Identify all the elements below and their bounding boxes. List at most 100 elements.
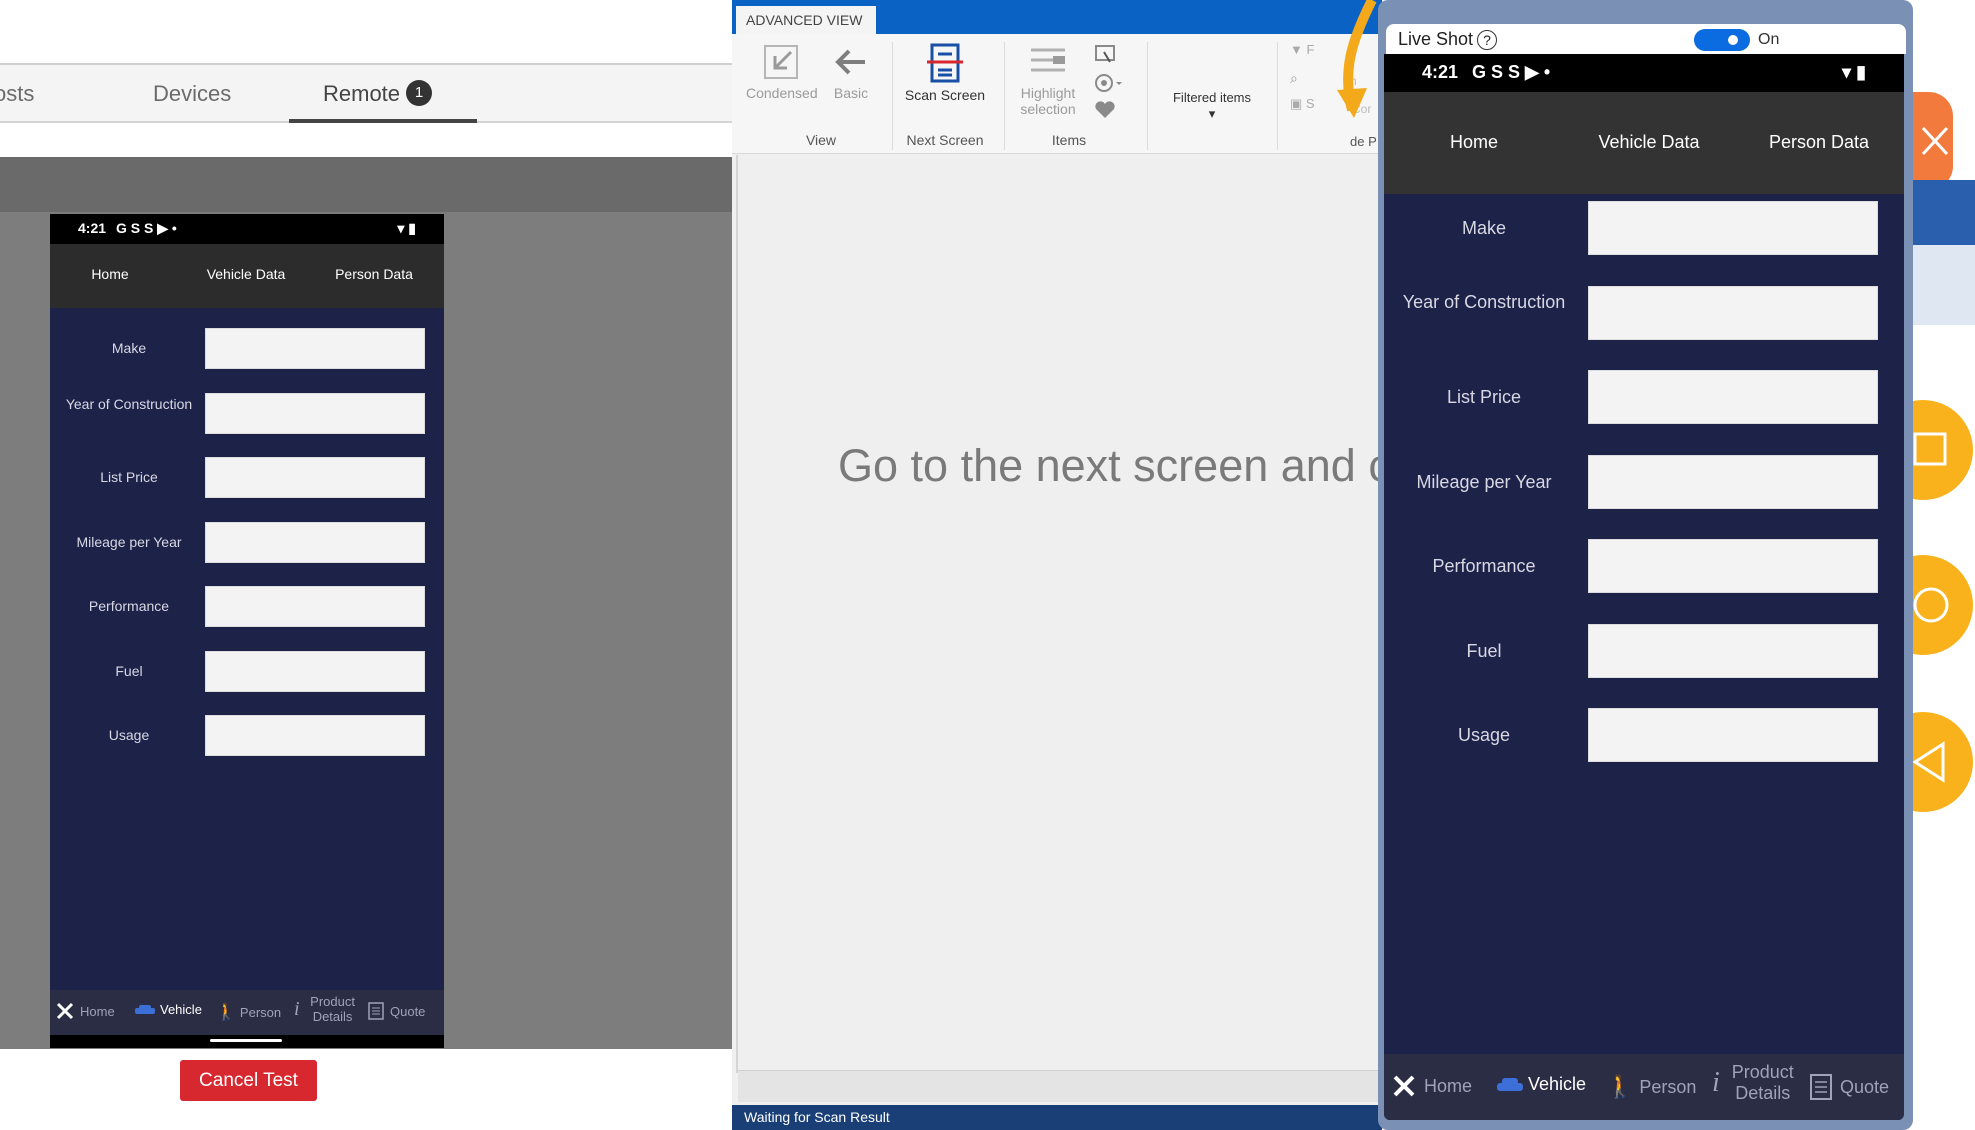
info-icon: i <box>294 997 300 1020</box>
divider <box>1147 42 1148 150</box>
field-label: Make <box>1461 218 1506 238</box>
square-icon <box>1913 432 1947 466</box>
scan-result-area: Go to the next screen and cli <box>736 155 1382 1073</box>
tabbar-person[interactable]: 🚶 Person <box>216 1002 281 1022</box>
field-input[interactable] <box>205 650 425 692</box>
field-input[interactable] <box>1588 454 1878 509</box>
tab-strip: osts Devices Remote 1 <box>0 65 732 123</box>
top-bar <box>0 0 732 65</box>
back-button[interactable] <box>1913 712 1973 812</box>
home-button[interactable] <box>1913 555 1973 655</box>
tabbar-vehicle[interactable]: Vehicle <box>1496 1074 1586 1095</box>
square-button[interactable] <box>1913 400 1973 500</box>
scan-workspace: ADVANCED VIEW Condensed Basic View Scan … <box>732 0 1382 1130</box>
tabbar-product-details[interactable]: i Product Details <box>1712 1062 1798 1104</box>
nav-vehicle-data[interactable]: Vehicle Data <box>190 266 302 282</box>
nav-home[interactable]: Home <box>1414 132 1534 153</box>
close-button[interactable] <box>1913 92 1953 190</box>
field-input[interactable] <box>1588 285 1878 340</box>
nav-person-data[interactable]: Person Data <box>318 266 430 282</box>
tabbar-quote[interactable]: Quote <box>368 1002 425 1020</box>
select-region-icon[interactable] <box>1094 44 1116 69</box>
logo-icon <box>56 1002 74 1020</box>
field-input[interactable] <box>205 328 425 369</box>
tab-advanced-view[interactable]: ADVANCED VIEW <box>736 6 876 34</box>
car-icon <box>1497 1077 1523 1091</box>
tabbar-person[interactable]: 🚶 Person <box>1606 1074 1696 1100</box>
tab-devices[interactable]: Devices <box>153 65 231 123</box>
divider <box>892 42 893 150</box>
phone-tab-bar: Home Vehicle 🚶 Person i Product Details … <box>50 990 444 1035</box>
field-input[interactable] <box>205 392 425 434</box>
field-label: Mileage per Year <box>76 533 182 550</box>
document-icon <box>1810 1074 1832 1100</box>
group-next-screen-label: Next Screen <box>906 132 984 148</box>
field-label: Performance <box>88 598 170 614</box>
car-icon <box>135 1004 155 1014</box>
scan-screen-button[interactable]: Scan Screen <box>900 42 990 103</box>
person-icon: 🚶 <box>216 1004 236 1021</box>
bottom-bar <box>0 1049 732 1113</box>
phone-status-bar: 4:21 G S S ▶ • ▾ ▮ <box>50 214 444 244</box>
field-label: List Price <box>100 469 158 485</box>
highlight-icon <box>1031 48 1065 72</box>
field-label: Fuel <box>115 662 143 679</box>
home-indicator <box>50 1035 444 1048</box>
condensed-button[interactable]: Condensed <box>746 42 818 101</box>
heart-icon[interactable] <box>1094 100 1116 125</box>
remote-count-badge: 1 <box>406 80 433 107</box>
tabbar-home[interactable]: Home <box>1392 1074 1472 1098</box>
field-input[interactable] <box>205 715 425 756</box>
side-toolbar <box>1913 0 1975 1130</box>
live-shot-toggle[interactable] <box>1694 29 1750 51</box>
field-input[interactable] <box>205 586 425 627</box>
cancel-test-button[interactable]: Cancel Test <box>180 1060 317 1101</box>
tabbar-vehicle[interactable]: Vehicle <box>134 1002 202 1017</box>
back-arrow-icon <box>835 49 865 75</box>
pointer-arrow-icon <box>1337 0 1377 118</box>
field-input[interactable] <box>205 457 425 498</box>
nav-vehicle-data[interactable]: Vehicle Data <box>1574 132 1724 153</box>
field-label: Year of Construction <box>1402 291 1566 312</box>
wifi-battery-icon: ▾ ▮ <box>1842 62 1866 82</box>
triangle-back-icon <box>1913 741 1945 783</box>
field-input[interactable] <box>1588 201 1878 255</box>
tabbar-quote[interactable]: Quote <box>1810 1074 1889 1100</box>
tabbar-home[interactable]: Home <box>56 1002 115 1020</box>
field-input[interactable] <box>1588 370 1878 424</box>
side-strip <box>1913 245 1975 325</box>
field-input[interactable] <box>1588 539 1878 593</box>
basic-button[interactable]: Basic <box>826 42 876 101</box>
app-nav-bar: Home Vehicle Data Person Data <box>1384 92 1904 194</box>
tab-remote[interactable]: Remote 1 <box>289 65 477 123</box>
wifi-battery-icon: ▾ ▮ <box>397 220 416 236</box>
field-label: Fuel <box>1466 640 1502 661</box>
field-input[interactable] <box>1588 708 1878 762</box>
field-input[interactable] <box>205 521 425 563</box>
info-icon: i <box>1712 1067 1720 1098</box>
group-items-label: Items <box>1051 132 1087 148</box>
nav-home[interactable]: Home <box>70 266 150 282</box>
live-shot-title: Live Shot? <box>1398 29 1498 50</box>
scan-screen-icon <box>927 43 963 83</box>
filtered-items-dropdown[interactable]: Filtered items ▾ <box>1172 90 1252 122</box>
device-screen-large[interactable]: 4:21 G S S ▶ • ▾ ▮ Home Vehicle Data Per… <box>1384 54 1904 1120</box>
status-time: 4:21 <box>78 220 107 236</box>
condensed-icon <box>764 45 798 79</box>
horizontal-scrollbar[interactable] <box>738 1070 1378 1102</box>
field-input[interactable] <box>1588 623 1878 678</box>
highlight-selection-button[interactable]: Highlight selection <box>1014 42 1082 117</box>
help-icon[interactable]: ? <box>1477 30 1498 50</box>
divider <box>1277 42 1278 150</box>
test-runner-panel: osts Devices Remote 1 4:21 G S S ▶ • ▾ ▮ … <box>0 0 732 1130</box>
status-bar: Waiting for Scan Result <box>732 1105 1382 1130</box>
device-stage-header <box>0 157 732 212</box>
target-icon[interactable] <box>1094 72 1122 99</box>
nav-person-data[interactable]: Person Data <box>1744 132 1894 153</box>
phone-tab-bar: Home Vehicle 🚶 Person i Product Details … <box>1384 1054 1904 1120</box>
logo-icon <box>1393 1075 1415 1097</box>
tabbar-product-details[interactable]: i Product Details <box>294 994 360 1024</box>
tab-hosts[interactable]: osts <box>0 65 34 123</box>
field-label: Mileage per Year <box>1416 471 1552 492</box>
device-screen-small[interactable]: 4:21 G S S ▶ • ▾ ▮ Home Vehicle Data Per… <box>50 214 444 1048</box>
